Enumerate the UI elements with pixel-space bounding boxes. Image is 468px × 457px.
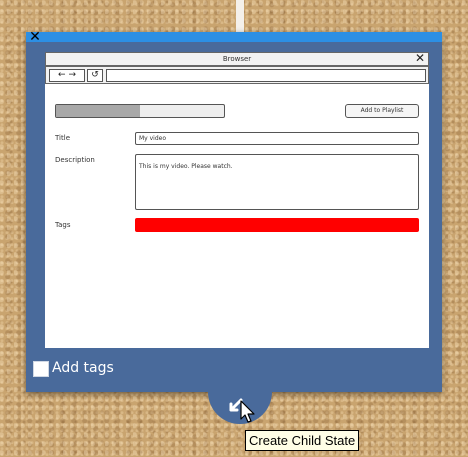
add-tags-checkbox[interactable]	[33, 361, 49, 377]
wireframe-title-field: My video	[135, 132, 419, 145]
wireframe-browser: Browser ✕ ← → ↺ Add to Playlist Title My…	[45, 52, 429, 348]
close-icon[interactable]: ✕	[28, 30, 42, 44]
wireframe-tags-label: Tags	[55, 221, 71, 229]
wireframe-title-label: Title	[55, 134, 71, 142]
wireframe-nav-buttons: ← →	[49, 69, 85, 82]
panel-title-strip[interactable]	[26, 32, 442, 42]
wireframe-add-to-playlist-button: Add to Playlist	[345, 104, 419, 118]
forward-arrow-icon: →	[68, 70, 76, 80]
wireframe-description-field: This is my video. Please watch.	[135, 154, 419, 210]
wireframe-url-field	[106, 69, 426, 82]
progress-fill	[56, 105, 140, 117]
wireframe-toolbar: ← → ↺	[45, 66, 429, 84]
corkboard-gap	[236, 0, 244, 36]
wireframe-tags-bar	[135, 218, 419, 232]
back-arrow-icon: ←	[58, 70, 66, 80]
mouse-cursor-icon	[240, 400, 255, 423]
add-tags-label: Add tags	[52, 360, 114, 376]
wireframe-close-icon: ✕	[414, 51, 425, 65]
wireframe-progress-bar	[55, 104, 225, 118]
wireframe-window-title: Browser	[222, 55, 252, 63]
wireframe-titlebar: Browser ✕	[45, 52, 429, 66]
reload-icon: ↺	[87, 69, 103, 82]
tooltip: Create Child State	[245, 430, 360, 451]
wireframe-description-label: Description	[55, 156, 95, 164]
